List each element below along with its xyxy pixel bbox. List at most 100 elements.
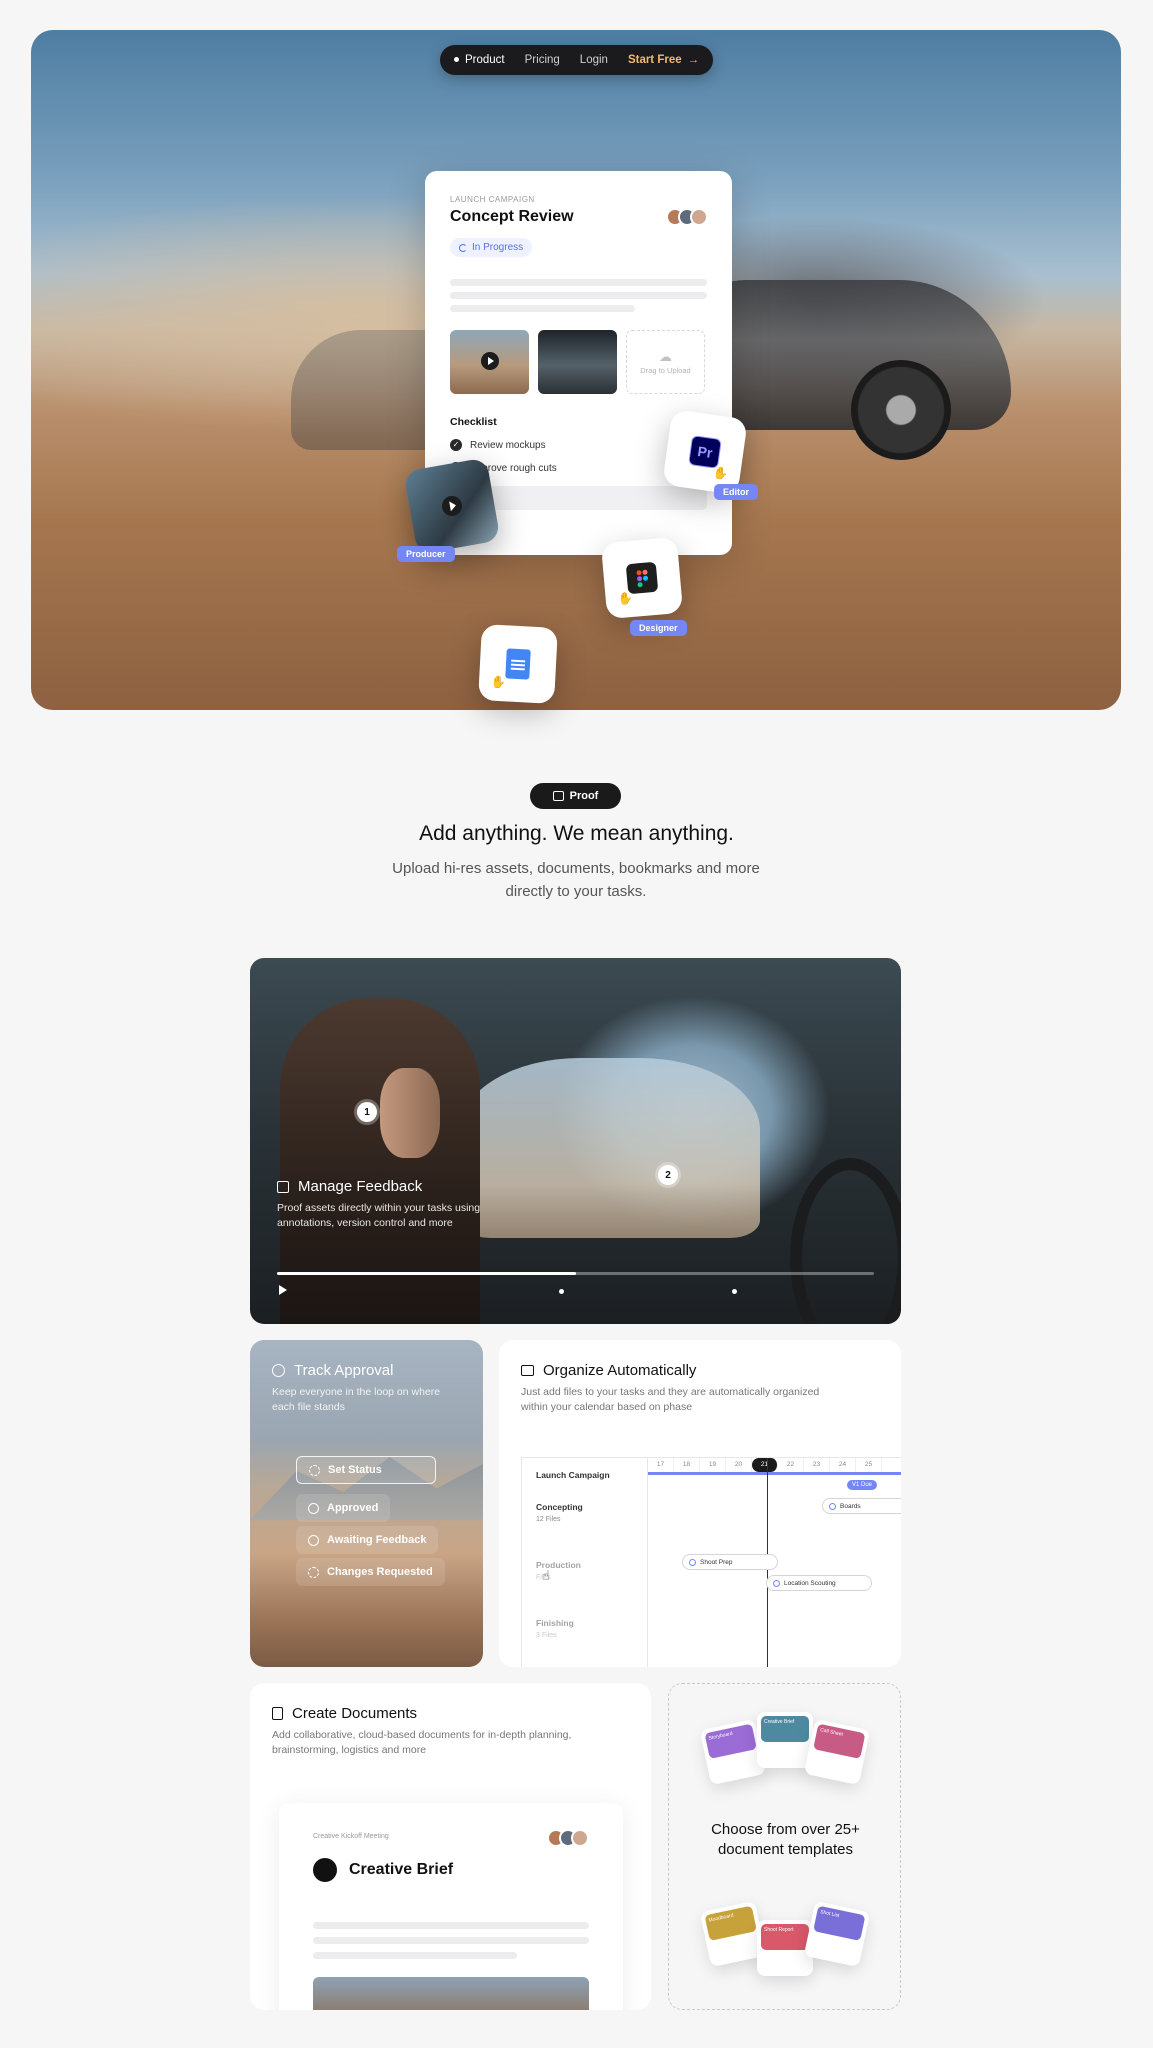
hand-cursor-icon: ✋ xyxy=(617,590,634,607)
nav-login[interactable]: Login xyxy=(580,54,608,66)
template-card-title: Shoot Report xyxy=(761,1924,809,1950)
video-thumbnail[interactable] xyxy=(450,330,529,394)
skeleton-line xyxy=(450,305,636,312)
figma-tile[interactable]: ✋ xyxy=(600,536,684,620)
section-headline: Add anything. We mean anything. xyxy=(419,822,734,845)
organize-card[interactable]: Organize Automatically Just add files to… xyxy=(499,1340,901,1667)
approval-text: Track Approval Keep everyone in the loop… xyxy=(272,1362,462,1414)
play-icon[interactable] xyxy=(279,1285,287,1295)
phase-files: 3 Files xyxy=(536,1632,557,1639)
comment-tick[interactable] xyxy=(732,1289,737,1294)
phase-row[interactable]: Concepting 12 Files xyxy=(536,1502,583,1523)
avatar xyxy=(690,208,708,226)
editor-tag: Editor xyxy=(714,484,758,500)
timeline-bar[interactable]: Boards xyxy=(822,1498,901,1514)
proof-pill: Proof xyxy=(530,783,621,809)
active-dot-icon xyxy=(454,57,459,63)
template-card[interactable]: Call Sheet xyxy=(803,1718,871,1786)
phase-column: Launch Campaign Concepting 12 Files Prod… xyxy=(522,1458,648,1667)
create-documents-card[interactable]: Create Documents Add collaborative, clou… xyxy=(250,1683,651,2010)
date-cell: 18 xyxy=(674,1458,700,1472)
car-window xyxy=(460,1058,760,1238)
template-card-title: Call Sheet xyxy=(813,1723,866,1759)
steering-wheel xyxy=(790,1158,901,1324)
hand-cursor-icon: ✋ xyxy=(712,465,730,482)
organize-heading: Organize Automatically xyxy=(521,1362,821,1379)
nav-pricing[interactable]: Pricing xyxy=(525,54,560,66)
doc-logo-icon xyxy=(313,1858,337,1882)
feedback-heading: Manage Feedback xyxy=(277,1178,487,1195)
skeleton-line xyxy=(313,1952,518,1959)
phase-row[interactable]: Finishing 3 Files xyxy=(536,1618,574,1639)
collaborator-avatars[interactable] xyxy=(547,1829,589,1847)
organize-text: Organize Automatically Just add files to… xyxy=(521,1362,821,1414)
comment-tick[interactable] xyxy=(559,1289,564,1294)
track-approval-card[interactable]: Track Approval Keep everyone in the loop… xyxy=(250,1340,483,1667)
status-option-label: Awaiting Feedback xyxy=(327,1534,427,1546)
driver-face xyxy=(380,1068,440,1158)
start-free-button[interactable]: Start Free → xyxy=(628,54,699,66)
premiere-tile[interactable]: Pr ✋ xyxy=(662,409,748,495)
templates-card[interactable]: Storyboard Creative Brief Call Sheet Choos… xyxy=(668,1683,901,2010)
status-ring-icon xyxy=(829,1502,836,1510)
google-docs-icon xyxy=(505,648,531,680)
producer-tag: Producer xyxy=(397,546,455,562)
templates-label: Choose from over 25+ document templates xyxy=(711,1821,860,1858)
avatar xyxy=(571,1829,589,1847)
check-circle-icon xyxy=(308,1502,319,1514)
skeleton-line xyxy=(450,292,707,299)
status-label: In Progress xyxy=(472,242,524,253)
status-option-awaiting[interactable]: Awaiting Feedback xyxy=(296,1526,439,1554)
assignee-avatars[interactable] xyxy=(666,208,708,226)
feedback-desc: Proof assets directly within your tasks … xyxy=(277,1202,481,1229)
project-name: Launch Campaign xyxy=(536,1470,610,1480)
status-option-changes[interactable]: Changes Requested xyxy=(296,1558,445,1586)
producer-tile[interactable] xyxy=(403,457,501,555)
status-option-label: Approved xyxy=(327,1502,379,1514)
project-row[interactable]: Launch Campaign xyxy=(536,1470,610,1480)
organize-title: Organize Automatically xyxy=(543,1362,697,1379)
set-status-button[interactable]: Set Status xyxy=(296,1456,436,1484)
google-docs-tile[interactable]: ✋ xyxy=(478,624,558,704)
video-progress-bar[interactable] xyxy=(277,1272,874,1275)
folder-icon xyxy=(521,1365,534,1376)
checkmark-icon[interactable]: ✓ xyxy=(450,439,462,451)
doc-title-row: Creative Brief xyxy=(313,1858,589,1882)
hand-cursor-icon: ✋ xyxy=(490,674,507,690)
hand-cursor-icon: ☝ xyxy=(542,1568,550,1583)
template-card-title: Storyboard xyxy=(704,1723,757,1759)
task-eyebrow: LAUNCH CAMPAIGN xyxy=(450,195,535,204)
docs-text: Create Documents Add collaborative, clou… xyxy=(272,1705,572,1757)
status-badge[interactable]: In Progress xyxy=(450,238,533,257)
image-thumbnail[interactable] xyxy=(538,330,617,394)
document-preview[interactable]: Creative Kickoff Meeting Creative Brief xyxy=(279,1803,623,2010)
date-cell: 19 xyxy=(700,1458,726,1472)
template-card-title: Moodboard xyxy=(704,1905,757,1941)
play-icon xyxy=(440,494,464,518)
date-cell: 25 xyxy=(856,1458,882,1472)
proof-label: Proof xyxy=(569,790,599,802)
annotation-marker[interactable]: 1 xyxy=(357,1102,377,1122)
template-card[interactable]: Creative Brief xyxy=(757,1712,813,1768)
timeline-bar[interactable]: Location Scouting xyxy=(766,1575,872,1591)
date-cell: 17 xyxy=(648,1458,674,1472)
check-circle-icon xyxy=(272,1364,285,1377)
upload-dropzone[interactable]: ☁ Drag to Upload xyxy=(626,330,705,394)
status-option-approved[interactable]: Approved xyxy=(296,1494,391,1522)
manage-feedback-card[interactable]: 1 2 Manage Feedback Proof assets directl… xyxy=(250,958,901,1324)
feedback-title: Manage Feedback xyxy=(298,1178,423,1195)
template-card[interactable]: Shot List xyxy=(803,1900,871,1968)
status-ring-icon xyxy=(689,1558,696,1566)
arrow-right-icon: → xyxy=(687,54,700,66)
milestone-tag[interactable]: V1 Due xyxy=(847,1480,878,1490)
progress-ring-icon xyxy=(459,243,467,252)
calendar-timeline[interactable]: Launch Campaign Concepting 12 Files Prod… xyxy=(521,1457,901,1667)
timeline-bar[interactable]: Shoot Prep xyxy=(682,1554,778,1570)
nav-product[interactable]: Product xyxy=(454,54,505,66)
feedback-text: Manage Feedback Proof assets directly wi… xyxy=(277,1178,487,1230)
approval-heading: Track Approval xyxy=(272,1362,462,1379)
annotation-marker[interactable]: 2 xyxy=(658,1165,678,1185)
top-nav: Product Pricing Login Start Free → xyxy=(440,45,714,75)
date-cell: 23 xyxy=(804,1458,830,1472)
status-option-label: Changes Requested xyxy=(327,1566,433,1578)
